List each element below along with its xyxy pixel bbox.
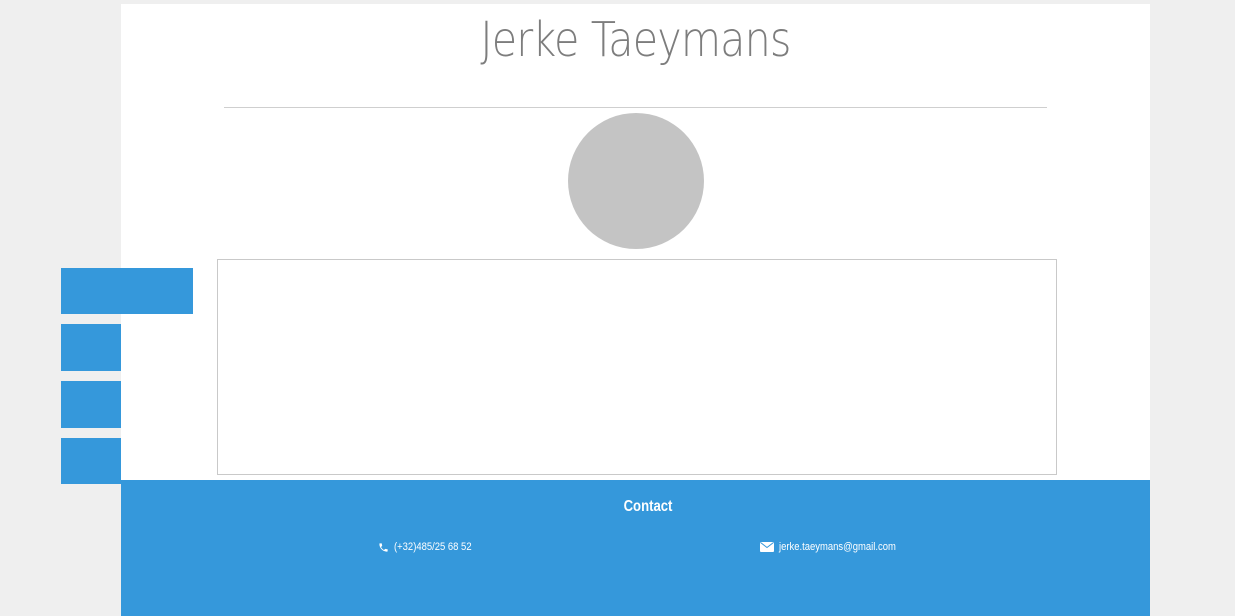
contact-footer: Contact (+32)485/25 68 52 jerke.taeymans… bbox=[121, 480, 1150, 616]
content-panel bbox=[217, 259, 1057, 475]
side-nav-item-1[interactable] bbox=[61, 268, 193, 314]
contact-phone[interactable]: (+32)485/25 68 52 bbox=[378, 541, 484, 553]
phone-number: (+32)485/25 68 52 bbox=[394, 541, 472, 553]
email-address: jerke.taeymans@gmail.com bbox=[779, 541, 896, 553]
title-divider bbox=[224, 107, 1047, 108]
side-nav-item-2[interactable] bbox=[61, 324, 121, 371]
page-title: Jerke Taeymans bbox=[480, 12, 791, 68]
profile-avatar bbox=[568, 113, 704, 249]
phone-icon bbox=[379, 542, 388, 552]
envelope-icon bbox=[760, 542, 774, 552]
contact-email[interactable]: jerke.taeymans@gmail.com bbox=[760, 541, 915, 553]
footer-heading: Contact bbox=[623, 498, 673, 515]
side-nav-item-4[interactable] bbox=[61, 438, 121, 484]
side-nav-item-3[interactable] bbox=[61, 381, 121, 428]
